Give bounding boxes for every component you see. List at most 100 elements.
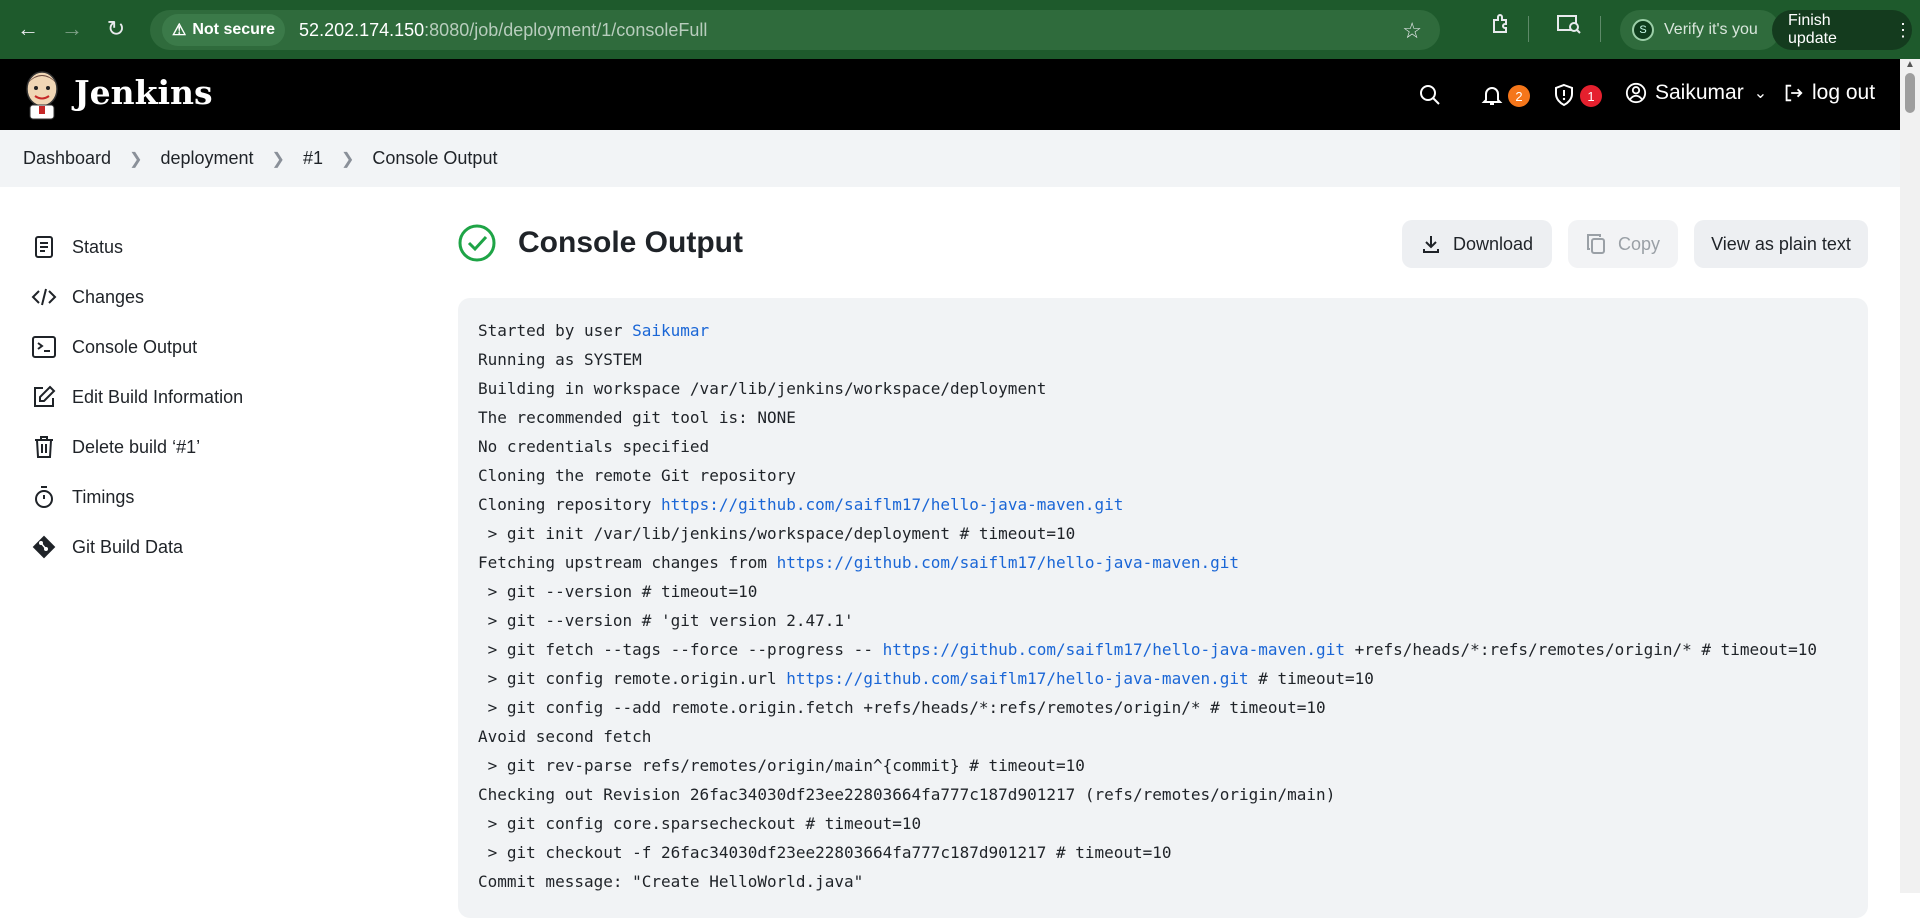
console-text: The recommended git tool is: NONE (478, 408, 796, 427)
jenkins-header: Jenkins 2 1 Saikumar ⌄ log out (0, 59, 1900, 130)
toolbar-divider (1528, 16, 1529, 42)
jenkins-logo[interactable] (22, 69, 62, 121)
console-link[interactable]: https://github.com/saiflm17/hello-java-m… (777, 553, 1239, 572)
console-text: Building in workspace /var/lib/jenkins/w… (478, 379, 1047, 398)
console-line: > git checkout -f 26fac34030df23ee228036… (478, 838, 1848, 867)
console-line: > git --version # 'git version 2.47.1' (478, 606, 1848, 635)
user-name: Saikumar (1655, 81, 1744, 104)
chevron-right-icon: ❯ (129, 150, 143, 168)
view-plain-text-label: View as plain text (1711, 233, 1851, 254)
sidebar-item-delete-build[interactable]: Delete build ‘#1’ (30, 422, 410, 472)
console-text: Cloning repository (478, 495, 662, 514)
back-icon[interactable]: ← (6, 7, 50, 51)
console-line: Building in workspace /var/lib/jenkins/w… (478, 374, 1848, 403)
console-text: > git config --add remote.origin.fetch +… (478, 698, 1326, 717)
logout-icon (1785, 84, 1803, 102)
finish-update-button[interactable]: Finish update ⋮ (1772, 10, 1912, 50)
tab-search-icon[interactable] (1556, 12, 1582, 42)
console-line: > git --version # timeout=10 (478, 577, 1848, 606)
notifications-bell-icon[interactable] (1480, 83, 1504, 113)
console-line: Commit message: "Create HelloWorld.java" (478, 867, 1848, 896)
user-menu[interactable]: Saikumar ⌄ (1625, 81, 1767, 105)
sidebar-item-timings[interactable]: Timings (30, 472, 410, 522)
sidebar-item-edit-build-information[interactable]: Edit Build Information (30, 372, 410, 422)
sidebar-item-label: Timings (72, 486, 135, 507)
sidebar-item-label: Console Output (72, 336, 198, 357)
sidebar-item-label: Edit Build Information (72, 386, 244, 407)
console-line: Checking out Revision 26fac34030df23ee22… (478, 780, 1848, 809)
success-check-icon (458, 224, 496, 262)
logout-link[interactable]: log out (1782, 81, 1875, 105)
console-text: Avoid second fetch (478, 727, 652, 746)
finish-update-label: Finish update (1788, 12, 1837, 47)
forward-icon[interactable]: → (50, 7, 94, 51)
edit-icon (30, 383, 58, 411)
address-bar[interactable]: ⚠ Not secure 52.202.174.150:8080/job/dep… (150, 10, 1440, 50)
download-button[interactable]: Download (1402, 220, 1552, 268)
breadcrumb-deployment[interactable]: deployment (160, 148, 253, 169)
console-text: No credentials specified (478, 437, 710, 456)
chevron-right-icon: ❯ (271, 150, 285, 168)
breadcrumb-console-output[interactable]: Console Output (372, 148, 497, 169)
bookmark-star-icon[interactable]: ☆ (1402, 18, 1422, 44)
console-line: Fetching upstream changes from https://g… (478, 548, 1848, 577)
breadcrumb-build[interactable]: #1 (303, 148, 323, 169)
console-text: > git init /var/lib/jenkins/workspace/de… (478, 524, 1076, 543)
browser-toolbar: ← → ↻ ⚠ Not secure 52.202.174.150:8080/j… (0, 0, 1920, 59)
jenkins-brand[interactable]: Jenkins (74, 73, 213, 112)
download-label: Download (1452, 233, 1534, 254)
console-line: > git init /var/lib/jenkins/workspace/de… (478, 519, 1848, 548)
page-title: Console Output (518, 226, 743, 259)
console-link[interactable]: https://github.com/saiflm17/hello-java-m… (661, 495, 1123, 514)
console-link[interactable]: https://github.com/saiflm17/hello-java-m… (786, 669, 1248, 688)
scrollbar-thumb[interactable] (1905, 73, 1915, 113)
verify-profile-button[interactable]: S Verify it's you (1620, 10, 1780, 50)
console-line: Cloning the remote Git repository (478, 461, 1848, 490)
console-text: > git fetch --tags --force --progress -- (478, 640, 883, 659)
logout-label: log out (1812, 81, 1876, 104)
search-icon[interactable] (1418, 83, 1442, 113)
console-line: The recommended git tool is: NONE (478, 403, 1848, 432)
console-text: +refs/heads/*:refs/remotes/origin/* # ti… (1344, 640, 1817, 659)
profile-avatar: S (1632, 19, 1654, 41)
sidebar-item-status[interactable]: Status (30, 222, 410, 272)
sidebar-item-git-build-data[interactable]: Git Build Data (30, 522, 410, 572)
console-text: Checking out Revision 26fac34030df23ee22… (478, 785, 1336, 804)
sidebar-item-changes[interactable]: Changes (30, 272, 410, 322)
page-scrollbar[interactable]: ▲ (1900, 59, 1920, 893)
console-line: > git fetch --tags --force --progress --… (478, 635, 1848, 664)
view-plain-text-button[interactable]: View as plain text (1694, 220, 1868, 268)
url-host: 52.202.174.150 (299, 19, 425, 40)
security-shield-icon[interactable] (1552, 83, 1576, 113)
console-link[interactable]: Saikumar (632, 321, 709, 340)
console-text: > git config remote.origin.url (478, 669, 787, 688)
stopwatch-icon (30, 483, 58, 511)
console-text: Running as SYSTEM (478, 350, 642, 369)
url-path: :8080/job/deployment/1/consoleFull (424, 19, 708, 40)
console-line: No credentials specified (478, 432, 1848, 461)
copy-label: Copy (1617, 233, 1661, 254)
console-output-panel[interactable]: Started by user Saikumar Running as SYSTE… (458, 298, 1868, 918)
code-icon (30, 283, 58, 311)
trash-icon (30, 433, 58, 461)
security-badge: 1 (1580, 85, 1602, 107)
console-line: Started by user Saikumar (478, 316, 1848, 345)
scroll-up-icon[interactable]: ▲ (1905, 59, 1915, 70)
sidebar-item-label: Git Build Data (72, 536, 184, 557)
chevron-down-icon: ⌄ (1753, 85, 1768, 102)
user-avatar-icon (1625, 82, 1647, 104)
breadcrumb-dashboard[interactable]: Dashboard (23, 148, 111, 169)
sidebar: Status Changes Console Output Edit Build… (30, 222, 410, 572)
not-secure-chip[interactable]: ⚠ Not secure (162, 14, 286, 46)
verify-label: Verify it's you (1664, 21, 1758, 38)
copy-button[interactable]: Copy (1568, 220, 1678, 268)
warning-icon: ⚠ (172, 22, 187, 39)
url-text[interactable]: 52.202.174.150:8080/job/deployment/1/con… (299, 20, 707, 41)
sidebar-item-console-output[interactable]: Console Output (30, 322, 410, 372)
console-text: Cloning the remote Git repository (478, 466, 796, 485)
console-text: Started by user (478, 321, 633, 340)
reload-icon[interactable]: ↻ (94, 7, 138, 51)
sidebar-item-label: Status (72, 236, 124, 257)
console-link[interactable]: https://github.com/saiflm17/hello-java-m… (883, 640, 1345, 659)
extensions-icon[interactable] (1490, 12, 1514, 42)
